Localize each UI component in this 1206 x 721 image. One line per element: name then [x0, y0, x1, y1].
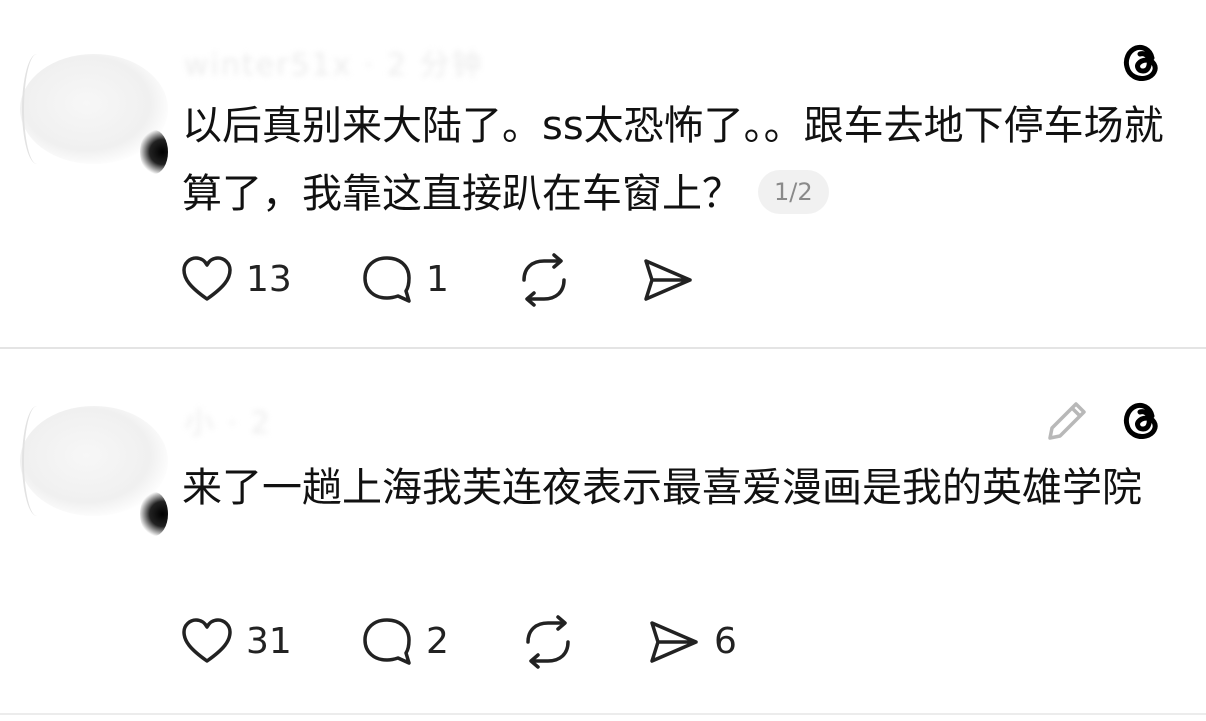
like-button[interactable]: 13 [180, 250, 292, 310]
username[interactable]: 小 · 2 [184, 398, 272, 442]
like-count: 31 [246, 621, 292, 662]
repost-button[interactable] [520, 612, 576, 672]
page-indicator[interactable]: 1/2 [758, 170, 829, 214]
share-icon [644, 259, 692, 301]
post-content: 以后真别来大陆了。ss太恐怖了。。跟车去地下停车场就算了，我靠这直接趴在车窗上？… [182, 92, 1172, 228]
share-button[interactable] [640, 250, 696, 310]
post-2[interactable]: 小 · 2 来了一趟上海我芙连夜表示最喜爱漫画是我的英雄学院 31 2 6 [0, 350, 1206, 710]
edit-icon[interactable] [1042, 396, 1092, 446]
share-count: 6 [714, 621, 737, 662]
comment-icon [363, 618, 411, 665]
threads-logo-icon[interactable] [1116, 394, 1166, 444]
reply-count: 1 [426, 259, 449, 300]
repost-button[interactable] [516, 250, 572, 310]
comment-icon [363, 256, 411, 303]
share-icon [650, 621, 698, 663]
reply-count: 2 [426, 621, 449, 662]
avatar-edge [140, 492, 168, 536]
threads-logo-icon[interactable] [1116, 36, 1166, 86]
like-count: 13 [246, 259, 292, 300]
bottom-divider [0, 713, 1206, 715]
avatar-border [22, 406, 52, 516]
reply-button[interactable]: 1 [360, 250, 449, 310]
repost-icon [526, 615, 570, 669]
heart-icon [182, 256, 232, 301]
post-text: 来了一趟上海我芙连夜表示最喜爱漫画是我的英雄学院 [182, 465, 1142, 511]
avatar-border [22, 54, 52, 164]
post-1[interactable]: winter51x · 2 分钟 以后真别来大陆了。ss太恐怖了。。跟车去地下停… [0, 0, 1206, 348]
post-text: 以后真别来大陆了。ss太恐怖了。。跟车去地下停车场就算了，我靠这直接趴在车窗上？ [182, 103, 1164, 217]
heart-icon [182, 618, 232, 663]
post-content: 来了一趟上海我芙连夜表示最喜爱漫画是我的英雄学院 [182, 454, 1172, 522]
share-button[interactable]: 6 [646, 612, 737, 672]
username[interactable]: winter51x · 2 分钟 [184, 40, 484, 84]
post-divider [0, 347, 1206, 349]
like-button[interactable]: 31 [180, 612, 292, 672]
repost-icon [522, 253, 566, 307]
avatar-edge [140, 130, 168, 174]
reply-button[interactable]: 2 [360, 612, 449, 672]
